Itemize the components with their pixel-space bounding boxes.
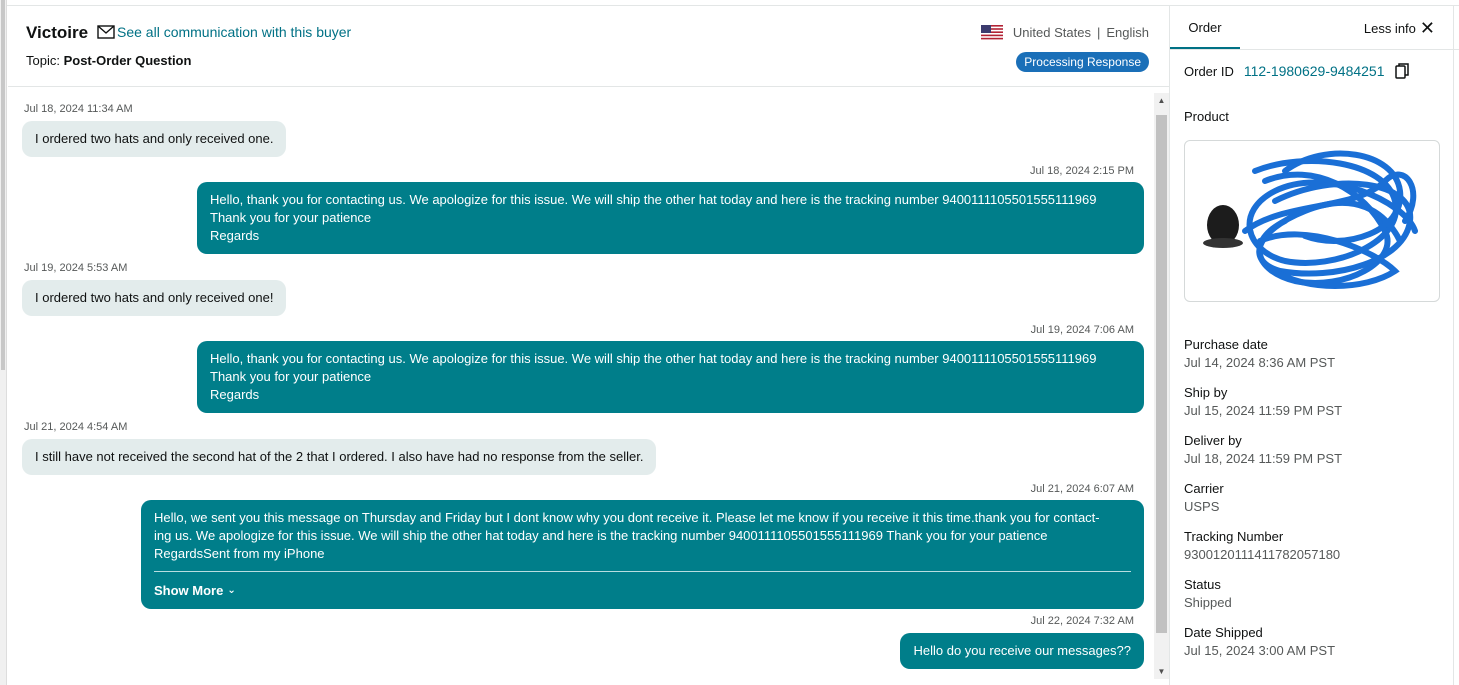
message-line: Hello do you receive our messages?? bbox=[913, 643, 1131, 658]
product-card[interactable] bbox=[1184, 140, 1440, 302]
ship-by-field: Ship by Jul 15, 2024 11:59 PM PST bbox=[1184, 384, 1342, 420]
deliver-by-field: Deliver by Jul 18, 2024 11:59 PM PST bbox=[1184, 432, 1342, 468]
message-line: I ordered two hats and only received one… bbox=[35, 131, 274, 146]
mail-icon bbox=[97, 25, 115, 39]
message-timestamp: Jul 19, 2024 7:06 AM bbox=[1030, 324, 1134, 336]
message-line: Hello, thank you for contacting us. We a… bbox=[210, 351, 1097, 366]
incoming-message: I ordered two hats and only received one… bbox=[22, 121, 287, 157]
message-timestamp: Jul 22, 2024 7:32 AM bbox=[1030, 615, 1134, 627]
order-details-panel: Order Less info ✕ Order ID 112-1980629-9… bbox=[1169, 6, 1459, 685]
thread-scrollbar-thumb[interactable] bbox=[1156, 115, 1167, 633]
message-line: Regards bbox=[210, 387, 260, 402]
outgoing-message: Hello, we sent you this message on Thurs… bbox=[141, 500, 1144, 609]
field-key: Tracking Number bbox=[1184, 529, 1284, 544]
product-image-redacted bbox=[1203, 150, 1418, 289]
message-line: I still have not received the second hat… bbox=[35, 449, 644, 464]
field-value: Jul 14, 2024 8:36 AM PST bbox=[1184, 355, 1336, 370]
incoming-message: I still have not received the second hat… bbox=[22, 439, 657, 475]
order-id-link[interactable]: 112-1980629-9484251 bbox=[1244, 63, 1385, 79]
scroll-down-arrow-icon[interactable]: ▼ bbox=[1154, 664, 1169, 679]
status-badge: Processing Response bbox=[1016, 52, 1149, 72]
message-line: Thank you for your patience bbox=[210, 210, 372, 225]
chevron-down-icon: ⌄ bbox=[227, 585, 236, 596]
message-line: I ordered two hats and only received one… bbox=[35, 290, 274, 305]
topic-label: Topic: bbox=[26, 53, 60, 68]
topic: Topic: Post-Order Question bbox=[26, 53, 191, 68]
show-more-button[interactable]: Show More ⌄ bbox=[154, 582, 1131, 600]
incoming-message: I ordered two hats and only received one… bbox=[22, 280, 287, 316]
field-key: Date Shipped bbox=[1184, 625, 1263, 640]
message-line: Regards bbox=[210, 228, 260, 243]
left-scrollbar[interactable] bbox=[0, 0, 7, 685]
language-label: English bbox=[1106, 25, 1149, 40]
message-divider bbox=[154, 571, 1131, 572]
purchase-date-field: Purchase date Jul 14, 2024 8:36 AM PST bbox=[1184, 336, 1335, 372]
message-line: Hello, thank you for contacting us. We a… bbox=[210, 192, 1097, 207]
show-more-label: Show More bbox=[154, 583, 224, 598]
field-value: Shipped bbox=[1184, 595, 1232, 610]
scroll-up-arrow-icon[interactable]: ▲ bbox=[1154, 93, 1169, 108]
message-thread: Jul 18, 2024 11:34 AM I ordered two hats… bbox=[8, 87, 1153, 685]
message-line: Hello, we sent you this message on Thurs… bbox=[154, 510, 1100, 525]
buyer-name: Victoire bbox=[26, 23, 89, 42]
topic-value: Post-Order Question bbox=[63, 53, 192, 68]
field-value: USPS bbox=[1184, 499, 1220, 514]
message-timestamp: Jul 18, 2024 2:15 PM bbox=[1030, 165, 1134, 177]
country-label: United States bbox=[1012, 25, 1091, 40]
order-id-row: Order ID 112-1980629-9484251 bbox=[1184, 63, 1409, 79]
less-info-button[interactable]: Less info ✕ bbox=[1363, 18, 1435, 38]
conversation-pane: Victoire See all communication with this… bbox=[8, 6, 1169, 685]
see-all-communication-label: See all communication with this buyer bbox=[117, 24, 352, 40]
tab-divider bbox=[1170, 49, 1459, 50]
message-timestamp: Jul 21, 2024 6:07 AM bbox=[1030, 483, 1134, 495]
message-line: RegardsSent from my iPhone bbox=[154, 546, 325, 561]
field-key: Purchase date bbox=[1184, 337, 1268, 352]
tracking-number-field: Tracking Number 9300120111411782057180 bbox=[1184, 528, 1340, 564]
product-label: Product bbox=[1184, 109, 1229, 124]
field-value: Jul 18, 2024 11:59 PM PST bbox=[1184, 451, 1343, 466]
field-value: 9300120111411782057180 bbox=[1184, 547, 1341, 562]
field-key: Ship by bbox=[1184, 385, 1228, 400]
field-value: Jul 15, 2024 11:59 PM PST bbox=[1184, 403, 1343, 418]
outgoing-message: Hello, thank you for contacting us. We a… bbox=[197, 341, 1144, 413]
field-key: Carrier bbox=[1184, 481, 1224, 496]
message-timestamp: Jul 18, 2024 11:34 AM bbox=[24, 103, 133, 115]
field-key: Deliver by bbox=[1184, 433, 1242, 448]
message-timestamp: Jul 21, 2024 4:54 AM bbox=[24, 421, 128, 433]
carrier-field: Carrier USPS bbox=[1184, 480, 1224, 516]
buyer-locale: United States | English bbox=[980, 25, 1149, 40]
panel-right-border bbox=[1453, 6, 1454, 685]
messaging-app: Victoire See all communication with this… bbox=[0, 0, 1459, 685]
status-field: Status Shipped bbox=[1184, 576, 1232, 612]
outgoing-message: Hello, thank you for contacting us. We a… bbox=[197, 182, 1144, 254]
close-icon: ✕ bbox=[1419, 18, 1435, 38]
message-line: Thank you for your patience bbox=[210, 369, 372, 384]
order-id-label: Order ID bbox=[1184, 63, 1234, 79]
field-value: Jul 15, 2024 3:00 AM PST bbox=[1184, 643, 1336, 658]
less-info-label: Less info bbox=[1363, 21, 1416, 36]
date-shipped-field: Date Shipped Jul 15, 2024 3:00 AM PST bbox=[1184, 624, 1335, 660]
thread-scrollbar[interactable]: ▲ ▼ bbox=[1154, 93, 1169, 679]
copy-icon[interactable] bbox=[1394, 63, 1409, 79]
left-scrollbar-thumb[interactable] bbox=[1, 0, 5, 370]
message-line: ing us. We apologize for this issue. We … bbox=[154, 528, 1048, 543]
us-flag-icon bbox=[980, 25, 1003, 40]
locale-separator: | bbox=[1096, 25, 1101, 40]
see-all-communication-link[interactable]: See all communication with this buyer bbox=[97, 24, 351, 40]
message-timestamp: Jul 19, 2024 5:53 AM bbox=[24, 262, 128, 274]
tab-order[interactable]: Order bbox=[1170, 20, 1240, 35]
field-key: Status bbox=[1184, 577, 1221, 592]
outgoing-message: Hello do you receive our messages?? bbox=[900, 633, 1144, 669]
